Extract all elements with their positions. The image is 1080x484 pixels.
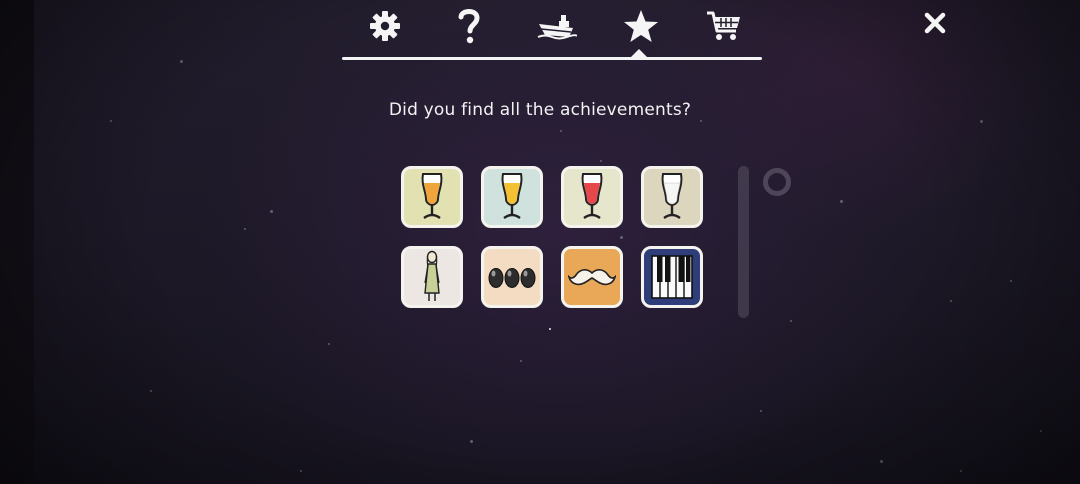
star-speck [560,130,562,132]
help-icon [458,9,480,44]
star-speck [700,120,702,122]
star-speck [620,236,623,239]
achievement-orange-cocktail[interactable] [401,166,463,228]
achievement-white-cocktail[interactable] [641,166,703,228]
top-nav [342,0,762,62]
star-speck [520,360,522,362]
orange-cocktail-glass-icon [421,173,443,219]
achievements-prompt: Did you find all the achievements? [388,100,692,120]
boat-icon [537,15,577,40]
star-speck [1040,430,1042,432]
star-icon [624,10,658,42]
piano-keys-icon [651,255,693,299]
star-speck [470,440,473,443]
tab-settings[interactable] [363,6,407,46]
close-icon [924,12,946,34]
star-speck [980,120,983,123]
tab-help[interactable] [447,6,491,46]
achievement-eggs[interactable] [481,246,543,308]
star-speck [960,470,962,472]
left-edge [0,0,34,484]
achievement-piano[interactable] [641,246,703,308]
star-speck [110,120,112,122]
scroll-indicator[interactable] [738,166,749,318]
achievement-woman[interactable] [401,246,463,308]
star-speck [840,200,843,203]
gear-icon [370,11,400,41]
achievement-mustache[interactable] [561,246,623,308]
star-speck [880,460,883,463]
active-tab-pointer [631,49,647,57]
cart-icon [707,11,740,40]
ring-decoration [763,168,791,196]
tab-achievements[interactable] [619,6,663,46]
achievement-yellow-cocktail[interactable] [481,166,543,228]
close-button[interactable] [918,6,952,40]
star-speck [180,60,183,63]
tab-shop[interactable] [702,6,746,46]
sparkle-dot [549,328,551,330]
star-speck [244,228,246,230]
yellow-cocktail-glass-icon [501,173,523,219]
white-cocktail-glass-icon [661,173,683,219]
nav-underline [342,57,762,60]
three-eggs-icon [488,268,536,288]
achievement-red-cocktail[interactable] [561,166,623,228]
star-speck [760,410,762,412]
woman-figure-icon [424,250,440,301]
star-speck [950,300,952,302]
red-cocktail-glass-icon [581,173,603,219]
star-speck [328,343,330,345]
star-speck [300,470,302,472]
star-speck [270,210,273,213]
mustache-icon [568,269,616,286]
star-speck [150,390,152,392]
star-speck [1010,280,1012,282]
star-speck [790,320,792,322]
star-speck [600,160,602,162]
vignette [0,0,1080,484]
tab-boat[interactable] [535,6,579,46]
